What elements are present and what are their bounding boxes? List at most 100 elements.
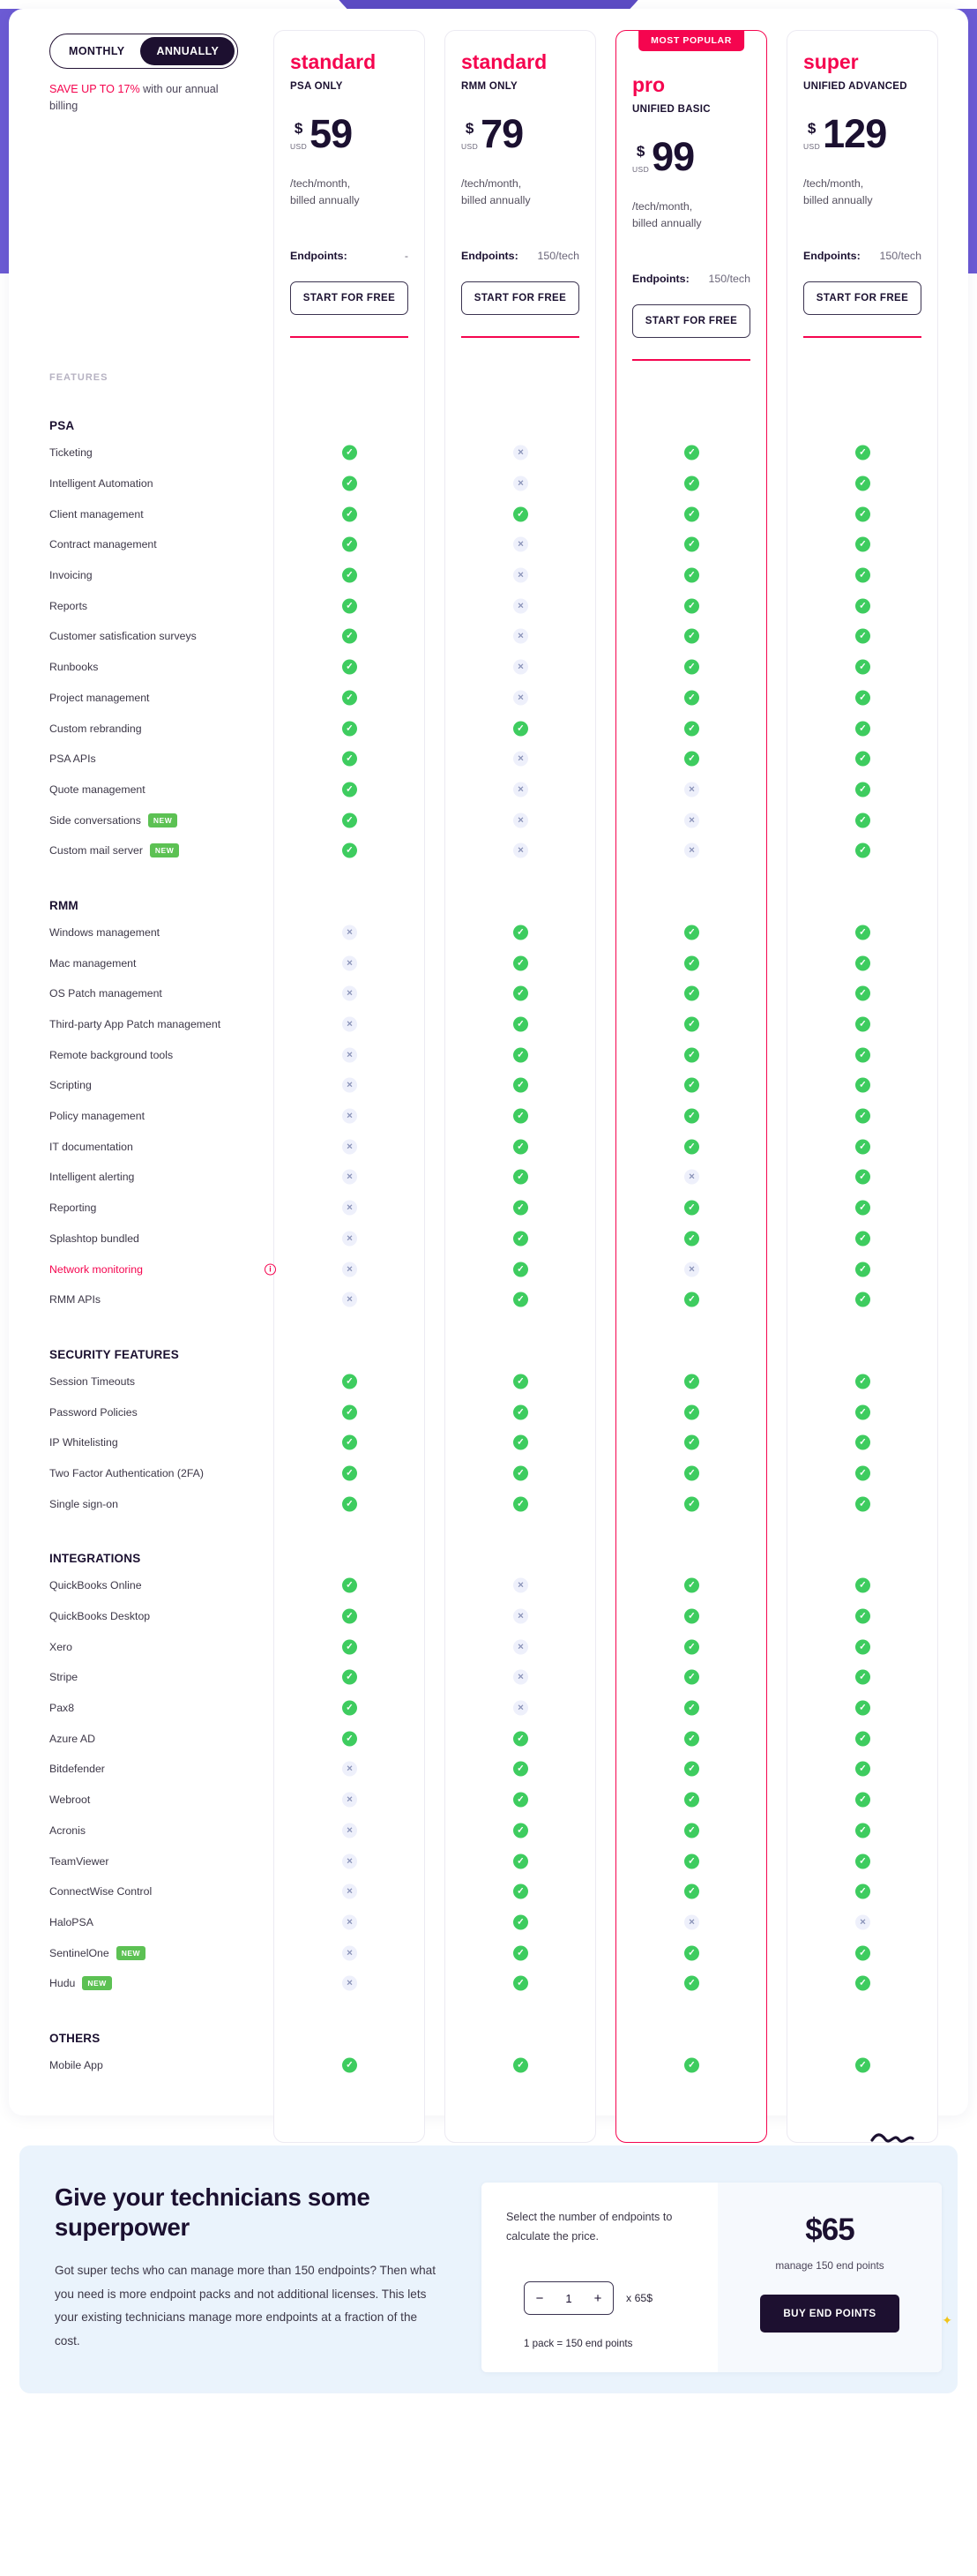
feature-label-cell: Side conversations NEW (49, 805, 178, 835)
check-icon: ✓ (855, 1700, 870, 1716)
check-icon: ✓ (684, 1945, 699, 1961)
decrement-button[interactable]: − (525, 2282, 555, 2314)
pack-size-note: 1 pack = 150 end points (524, 2338, 633, 2350)
feature-label-cell: Custom mail server NEW (49, 835, 180, 866)
feature-label: Customer satisfication surveys (49, 630, 197, 643)
feature-label-cell: Contract management (49, 529, 157, 560)
feature-label: Mobile App (49, 2058, 103, 2071)
feature-label: RMM APIs (49, 1293, 101, 1307)
feature-row: ConnectWise Control ✕ ✓ ✓ ✓ (9, 1876, 968, 1907)
check-icon: ✓ (855, 1292, 870, 1307)
check-icon: ✓ (342, 690, 357, 706)
check-icon: ✓ (855, 1465, 870, 1481)
plan-endpoints: Endpoints: 150/tech (803, 250, 921, 262)
new-badge: NEW (149, 843, 180, 858)
feature-label-cell: Customer satisfication surveys (49, 621, 197, 652)
feature-row: Splashtop bundled ✕ ✓ ✓ ✓ (9, 1224, 968, 1254)
check-icon: ✓ (342, 476, 357, 491)
billing-toggle[interactable]: MONTHLY ANNUALLY (49, 34, 239, 69)
check-icon: ✓ (684, 598, 699, 614)
plan-card-row: standard PSA ONLY $ USD 59/tech/month, billed… (273, 9, 968, 2143)
squiggle-decoration (870, 2133, 914, 2144)
feature-label: Bitdefender (49, 1763, 105, 1776)
feature-label: PSA APIs (49, 753, 96, 766)
feature-label-cell: Third-party App Patch management (49, 1009, 220, 1040)
card-divider (803, 336, 921, 338)
billing-period-line: billed annually (461, 194, 531, 207)
endpoints-value: - (404, 250, 408, 263)
plan-price: $ USD 59 (290, 114, 408, 163)
feature-label: Intelligent alerting (49, 1171, 135, 1184)
sparkle-icon: ✦ (942, 2313, 952, 2328)
check-icon: ✓ (513, 2057, 528, 2073)
feature-row: RMM APIs ✕ ✓ ✓ ✓ (9, 1284, 968, 1315)
billing-toggle-monthly[interactable]: MONTHLY (53, 37, 140, 65)
plan-subtitle: UNIFIED BASIC (632, 104, 711, 115)
billing-period: /tech/month, billed annually (290, 176, 408, 209)
feature-row: Quote management ✓ ✕ ✕ ✓ (9, 775, 968, 805)
feature-row: Custom rebranding ✓ ✓ ✓ ✓ (9, 713, 968, 744)
start-for-free-button[interactable]: START FOR FREE (461, 281, 579, 316)
feature-label: Quote management (49, 783, 145, 796)
check-icon: ✓ (513, 1262, 528, 1277)
check-icon: ✓ (342, 1731, 357, 1747)
check-icon: ✓ (513, 1404, 528, 1420)
start-for-free-button[interactable]: START FOR FREE (803, 281, 921, 316)
feature-label-cell: Reports (49, 590, 87, 621)
check-icon: ✓ (513, 1047, 528, 1063)
feature-label-cell: SentinelOne NEW (49, 1937, 146, 1968)
check-icon: ✓ (513, 1975, 528, 1991)
cross-icon: ✕ (342, 1262, 357, 1277)
info-icon[interactable]: i (265, 1263, 276, 1276)
check-icon: ✓ (684, 476, 699, 491)
buy-end-points-button[interactable]: BUY END POINTS (760, 2295, 899, 2333)
feature-row: Windows management ✕ ✓ ✓ ✓ (9, 917, 968, 948)
check-icon: ✓ (855, 659, 870, 675)
new-badge: NEW (116, 1945, 146, 1960)
price-amount: 79 (481, 111, 524, 156)
feature-label-cell: Windows management (49, 917, 160, 948)
check-icon: ✓ (342, 628, 357, 644)
cross-icon: ✕ (342, 1853, 357, 1869)
check-icon: ✓ (342, 1669, 357, 1685)
quantity-stepper[interactable]: − 1 + (524, 2281, 614, 2316)
check-icon: ✓ (855, 628, 870, 644)
check-icon: ✓ (342, 659, 357, 675)
increment-button[interactable]: + (583, 2282, 613, 2314)
check-icon: ✓ (855, 1792, 870, 1808)
feature-row: Policy management ✕ ✓ ✓ ✓ (9, 1101, 968, 1132)
plan-endpoints: Endpoints: 150/tech (632, 273, 750, 285)
plan-endpoints: Endpoints: 150/tech (461, 250, 579, 262)
check-icon: ✓ (855, 751, 870, 767)
check-icon: ✓ (855, 1975, 870, 1991)
check-icon: ✓ (684, 445, 699, 461)
check-icon: ✓ (684, 1047, 699, 1063)
plan-name: pro (632, 73, 666, 96)
feature-label: Policy management (49, 1110, 145, 1123)
currency-symbol: $ (807, 120, 817, 137)
start-for-free-button[interactable]: START FOR FREE (290, 281, 408, 316)
billing-period-line: billed annually (803, 194, 873, 207)
plan-endpoints: Endpoints: - (290, 250, 408, 262)
billing-toggle-annually[interactable]: ANNUALLY (140, 37, 235, 65)
feature-row: Intelligent Automation ✓ ✕ ✓ ✓ (9, 468, 968, 499)
feature-label: Ticketing (49, 446, 93, 460)
cross-icon: ✕ (342, 1883, 357, 1899)
cross-icon: ✕ (513, 659, 528, 675)
card-divider (290, 336, 408, 338)
feature-label: Reporting (49, 1202, 97, 1215)
feature-label: Windows management (49, 925, 160, 939)
check-icon: ✓ (684, 1016, 699, 1032)
cross-icon: ✕ (342, 1914, 357, 1930)
feature-label-cell: Network monitoring (49, 1254, 143, 1284)
calculated-price: $65 (805, 2213, 854, 2248)
cross-icon: ✕ (513, 1639, 528, 1655)
price-amount: 99 (652, 134, 695, 179)
start-for-free-button[interactable]: START FOR FREE (632, 304, 750, 339)
check-icon: ✓ (684, 1883, 699, 1899)
quantity-value[interactable]: 1 (555, 2292, 583, 2305)
feature-label-cell: Scripting (49, 1070, 92, 1101)
check-icon: ✓ (513, 1945, 528, 1961)
cross-icon: ✕ (513, 445, 528, 461)
